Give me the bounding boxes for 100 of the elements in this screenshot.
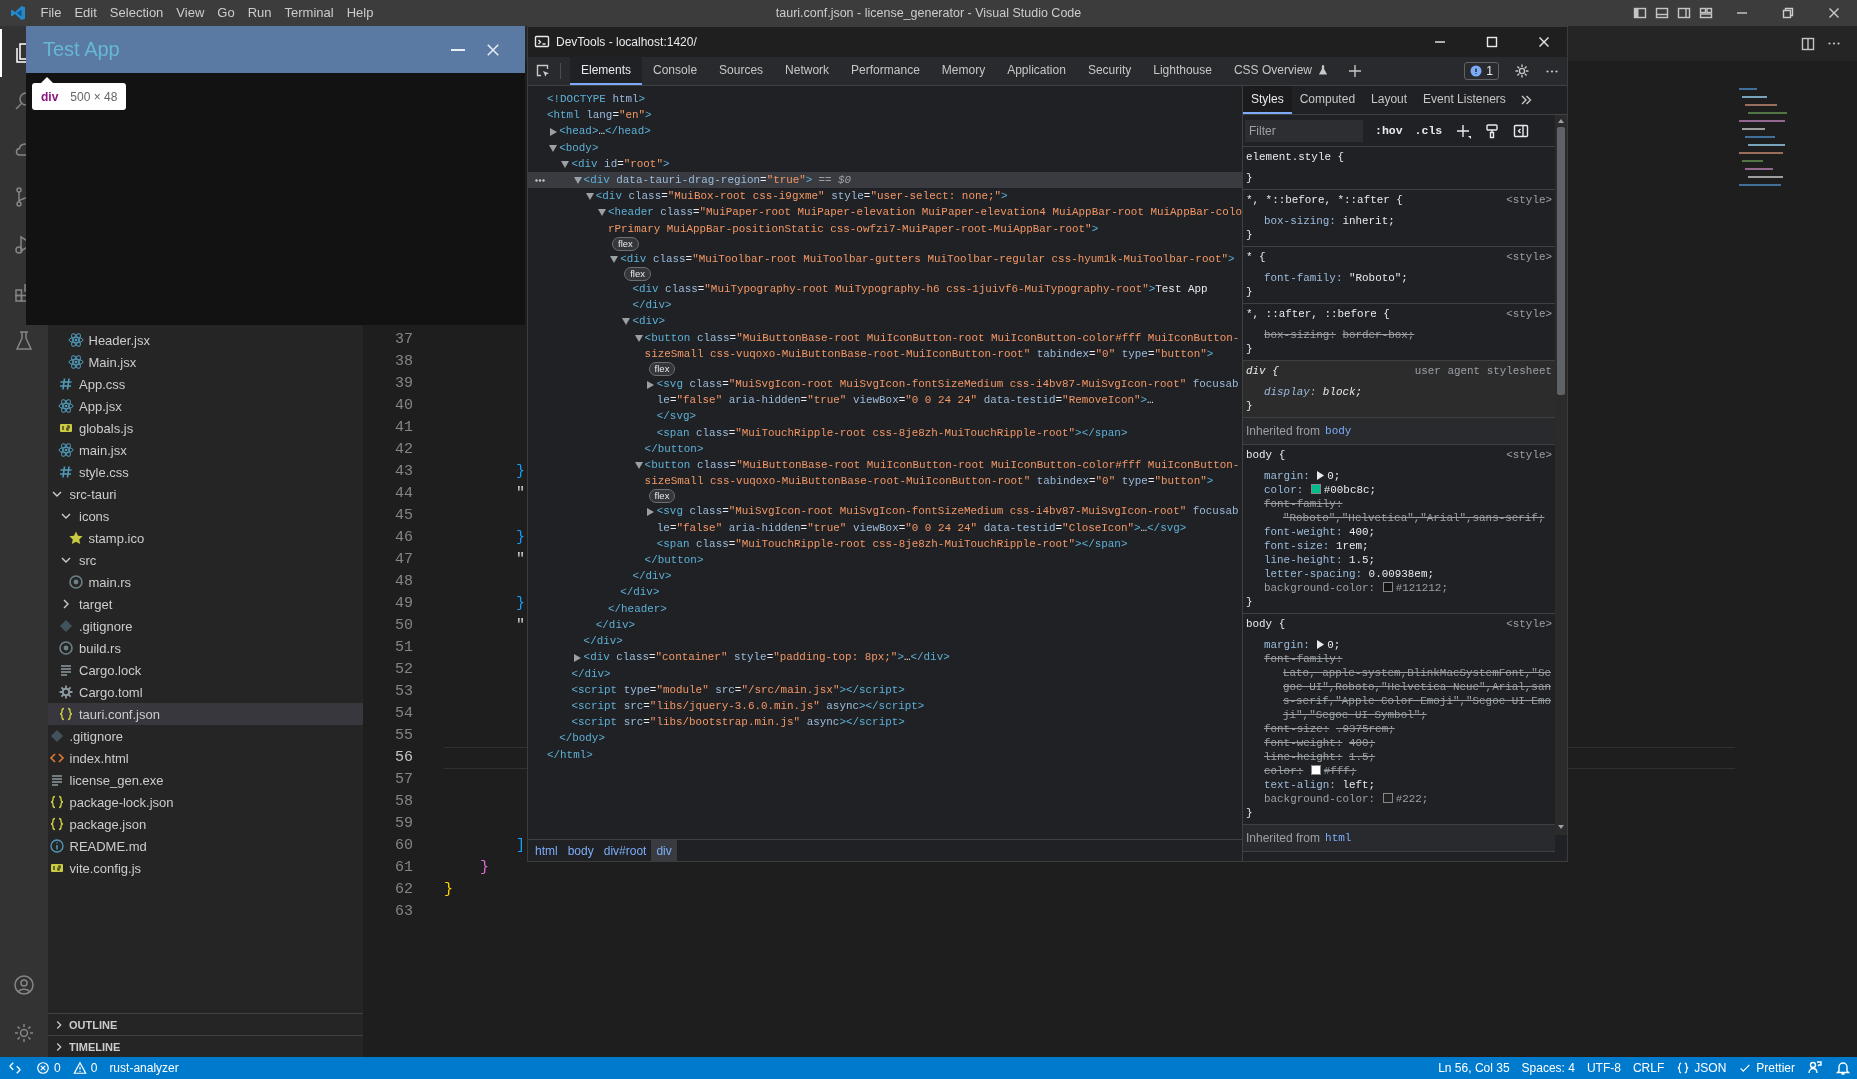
closing-tag: </svg> — [656, 410, 697, 423]
code-text: } — [479, 859, 489, 876]
dom-node-text: <div> — [632, 315, 666, 328]
closing-brace: } — [1246, 806, 1254, 820]
css-value: 0; — [1327, 469, 1341, 483]
css-value: .9375rem; — [1335, 722, 1395, 736]
dom-node-text: <button class="MuiButtonBase-root MuiIconButton-root MuiIconButton-color#fff MuiIconButton-sizeSmall css-vuqoxo-MuiButtonBase-root-MuiIconButton-root" tabindex="0" type="button"> — [644, 331, 1240, 360]
line-number: 57 — [394, 770, 414, 790]
dom-node-text: <head>…</head> — [559, 125, 651, 138]
css-property: background-color: — [1264, 793, 1376, 805]
css-value: 1.5; — [1349, 553, 1376, 567]
inherited-label: Inherited from — [1246, 424, 1321, 438]
dom-node-text: <button class="MuiButtonBase-root MuiIconButton-root MuiIconButton-color#fff MuiIconButton-sizeSmall css-vuqoxo-MuiButtonBase-root-MuiIconButton-root" tabindex="0" type="button"> — [644, 459, 1240, 488]
css-selector: * { — [1246, 250, 1266, 265]
css-selector: *, *::before, *::after { — [1246, 193, 1403, 208]
closing-tag: </div> — [620, 586, 660, 599]
dom-node-text: <!DOCTYPE html> — [547, 93, 646, 105]
css-property: letter-spacing: — [1264, 568, 1363, 580]
css-selector: body { — [1246, 448, 1286, 463]
dom-node-text: <span class="MuiTouchRipple-root css-8je8zh-MuiTouchRipple-root"></span> — [656, 426, 1128, 439]
line-number: 52 — [394, 660, 414, 680]
closing-tag: </div> — [595, 618, 636, 631]
closing-brace: } — [1246, 285, 1254, 299]
line-number: 42 — [394, 440, 414, 460]
line-number: 48 — [394, 572, 414, 592]
css-value: inherit; — [1342, 214, 1395, 228]
css-property: box-sizing: — [1264, 215, 1336, 227]
line-number: 59 — [394, 814, 414, 834]
css-value: 0.00938em; — [1368, 567, 1434, 581]
closing-tag: </header> — [608, 602, 667, 615]
dom-node-text: <html lang="en"> — [547, 109, 652, 122]
line-number: 47 — [394, 550, 414, 570]
closing-tag: </div> — [571, 667, 611, 680]
tag-name: div — [41, 89, 59, 104]
line-number: 61 — [394, 858, 414, 878]
css-property: line-height: — [1264, 751, 1343, 763]
css-property: margin: — [1264, 639, 1310, 651]
closing-brace: } — [1246, 342, 1254, 356]
closing-brace: } — [1246, 595, 1254, 609]
css-value: #fff; — [1323, 764, 1357, 778]
code-text: } — [515, 529, 525, 546]
line-number: 39 — [394, 374, 414, 394]
line-number: 55 — [394, 726, 414, 746]
css-value: 400; — [1349, 525, 1376, 539]
css-property: font-family: — [1264, 653, 1343, 665]
css-value: Lato, apple-system,BlinkMacSystemFont,"Segoe UI",Roboto,"Helvetica Neue",Arial,sans-serif,"Apple Color Emoji","Segoe UI Emoji","Segoe UI Symbol"; — [1283, 666, 1552, 722]
code-text: } — [515, 463, 525, 480]
closing-brace: } — [1246, 171, 1254, 185]
css-selector: body { — [1246, 617, 1286, 632]
window-title: DevTools - localhost:1420/ — [556, 35, 698, 49]
css-value: #121212; — [1395, 581, 1448, 595]
line-number: 63 — [394, 902, 414, 922]
dom-node-text: <header class="MuiPaper-root MuiPaper-elevation MuiPaper-elevation4 MuiAppBar-root MuiAppBar-colorPrimary MuiAppBar-positionStatic css-owfzi7-MuiPaper-root-MuiAppBar-root"> — [608, 206, 1242, 235]
css-selector: element.style { — [1246, 150, 1345, 165]
css-value: "Roboto","Helvetica","Arial",sans-serif; — [1283, 511, 1545, 525]
css-property: display: — [1264, 386, 1317, 398]
element-size: 500 × 48 — [70, 89, 118, 104]
line-number: 53 — [394, 682, 414, 702]
line-number: 41 — [394, 418, 414, 438]
css-property: text-align: — [1264, 779, 1336, 791]
dom-node-text: <svg class="MuiSvgIcon-root MuiSvgIcon-fontSizeMedium css-i4bv87-MuiSvgIcon-root" focusable="false" aria-hidden="true" viewBox="0 0 24 24" data-testid="CloseIcon">…</svg> — [656, 505, 1239, 534]
css-value: 1rem; — [1335, 539, 1369, 553]
css-property: font-weight: — [1264, 526, 1343, 538]
code-text: " — [515, 485, 525, 502]
css-property: font-size: — [1264, 540, 1330, 552]
css-value: 400; — [1349, 736, 1376, 750]
closing-tag: </body> — [559, 732, 605, 745]
dom-node-text: <svg class="MuiSvgIcon-root MuiSvgIcon-fontSizeMedium css-i4bv87-MuiSvgIcon-root" focusable="false" aria-hidden="true" viewBox="0 0 24 24" data-testid="RemoveIcon">… — [656, 378, 1239, 407]
css-property: font-family: — [1264, 272, 1343, 284]
css-value: border-box; — [1342, 328, 1415, 342]
style-source: user agent stylesheet — [1414, 364, 1552, 379]
dom-node-text: <script type="module" src="/src/main.jsx"></script> — [571, 683, 905, 696]
closing-brace: } — [1246, 228, 1254, 242]
dom-node-text: <div class="MuiBox-root css-i9gxme" style="user-select: none;"> — [595, 190, 1008, 203]
closing-tag: </html> — [547, 748, 593, 761]
closing-tag: </div> — [632, 299, 672, 312]
line-number: 46 — [394, 528, 414, 548]
line-number: 50 — [394, 616, 414, 636]
line-number: 38 — [394, 352, 414, 372]
closing-tag: </div> — [632, 570, 672, 583]
css-value: #00bc8c; — [1323, 483, 1377, 497]
css-selector: div { — [1246, 364, 1279, 379]
line-number: 44 — [394, 484, 414, 504]
code-text: " — [515, 551, 525, 568]
line-number: 54 — [394, 704, 414, 724]
closing-tag: </div> — [583, 635, 623, 648]
dom-node-text: <div class="MuiTypography-root MuiTypography-h6 css-1juivf6-MuiTypography-root">Test App — [632, 283, 1208, 296]
dom-node-text: <script src="libs/jquery-3.6.0.min.js" async></script> — [571, 699, 925, 712]
line-number: 40 — [394, 396, 414, 416]
closing-tag: </button> — [644, 442, 704, 455]
code-text: " — [515, 617, 525, 634]
line-number: 37 — [394, 330, 414, 350]
css-value: left; — [1342, 778, 1376, 792]
css-value: 0; — [1327, 638, 1341, 652]
line-number: 49 — [394, 594, 414, 614]
line-number: 58 — [394, 792, 414, 812]
closing-tag: </button> — [644, 554, 704, 567]
code-text: ] — [515, 837, 525, 854]
dom-node-text: <div class="container" style="padding-top: 8px;">…</div> — [583, 651, 950, 664]
css-property: color: — [1264, 765, 1304, 777]
